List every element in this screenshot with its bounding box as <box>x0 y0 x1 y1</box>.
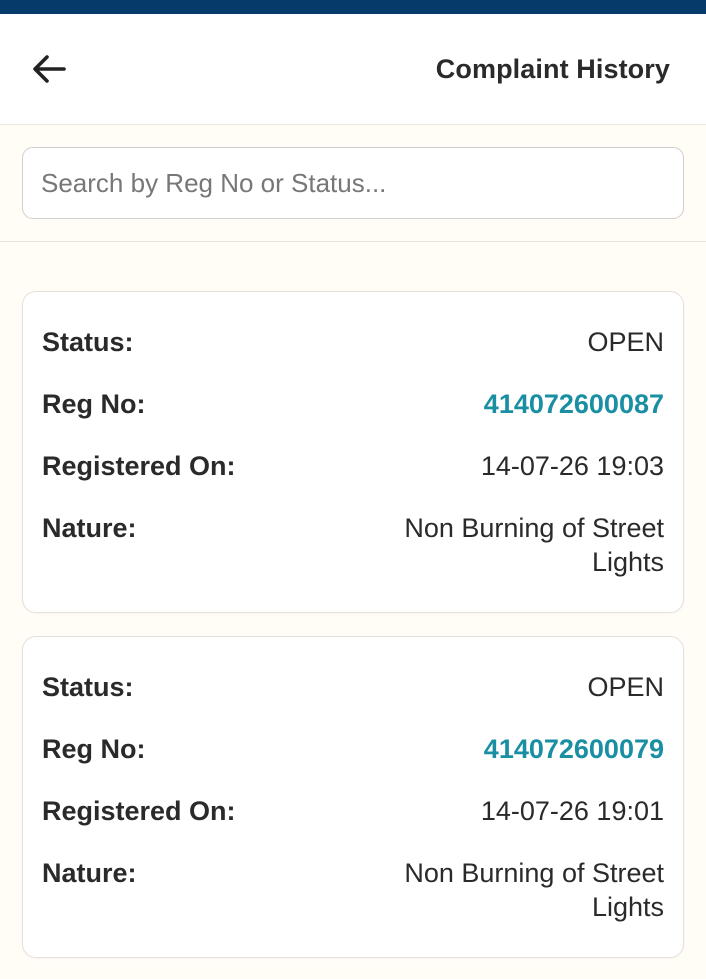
reg-no-label: Reg No: <box>42 389 146 419</box>
registered-on-row: Registered On: 14-07-26 19:03 <box>42 449 664 511</box>
nature-value: Non Burning of Street Lights <box>404 858 664 922</box>
complaint-list: Status: OPEN Reg No: 414072600087 Regist… <box>0 242 706 958</box>
status-label: Status: <box>42 672 134 702</box>
nature-label: Nature: <box>42 513 137 543</box>
status-bar <box>0 0 706 14</box>
registered-on-label: Registered On: <box>42 451 236 481</box>
registered-on-label: Registered On: <box>42 796 236 826</box>
registered-on-value: 14-07-26 19:03 <box>480 451 664 481</box>
search-input[interactable] <box>22 147 684 219</box>
reg-no-link[interactable]: 414072600079 <box>484 732 664 766</box>
search-section <box>0 125 706 242</box>
status-value: OPEN <box>587 327 664 357</box>
arrow-left-icon <box>33 55 66 83</box>
reg-no-row: Reg No: 414072600087 <box>42 387 664 449</box>
status-value: OPEN <box>587 672 664 702</box>
nature-label: Nature: <box>42 858 137 888</box>
complaint-card[interactable]: Status: OPEN Reg No: 414072600079 Regist… <box>22 636 684 958</box>
reg-no-link[interactable]: 414072600087 <box>484 387 664 421</box>
complaint-card[interactable]: Status: OPEN Reg No: 414072600087 Regist… <box>22 291 684 613</box>
status-label: Status: <box>42 327 134 357</box>
nature-row: Nature: Non Burning of Street Lights <box>42 856 664 946</box>
page-title: Complaint History <box>435 53 670 84</box>
reg-no-row: Reg No: 414072600079 <box>42 732 664 794</box>
reg-no-label: Reg No: <box>42 734 146 764</box>
registered-on-value: 14-07-26 19:01 <box>480 796 664 826</box>
back-button[interactable] <box>32 47 76 91</box>
status-row: Status: OPEN <box>42 670 664 732</box>
nature-value: Non Burning of Street Lights <box>404 513 664 577</box>
status-row: Status: OPEN <box>42 325 664 387</box>
nature-row: Nature: Non Burning of Street Lights <box>42 511 664 601</box>
registered-on-row: Registered On: 14-07-26 19:01 <box>42 794 664 856</box>
app-header: Complaint History <box>0 14 706 125</box>
